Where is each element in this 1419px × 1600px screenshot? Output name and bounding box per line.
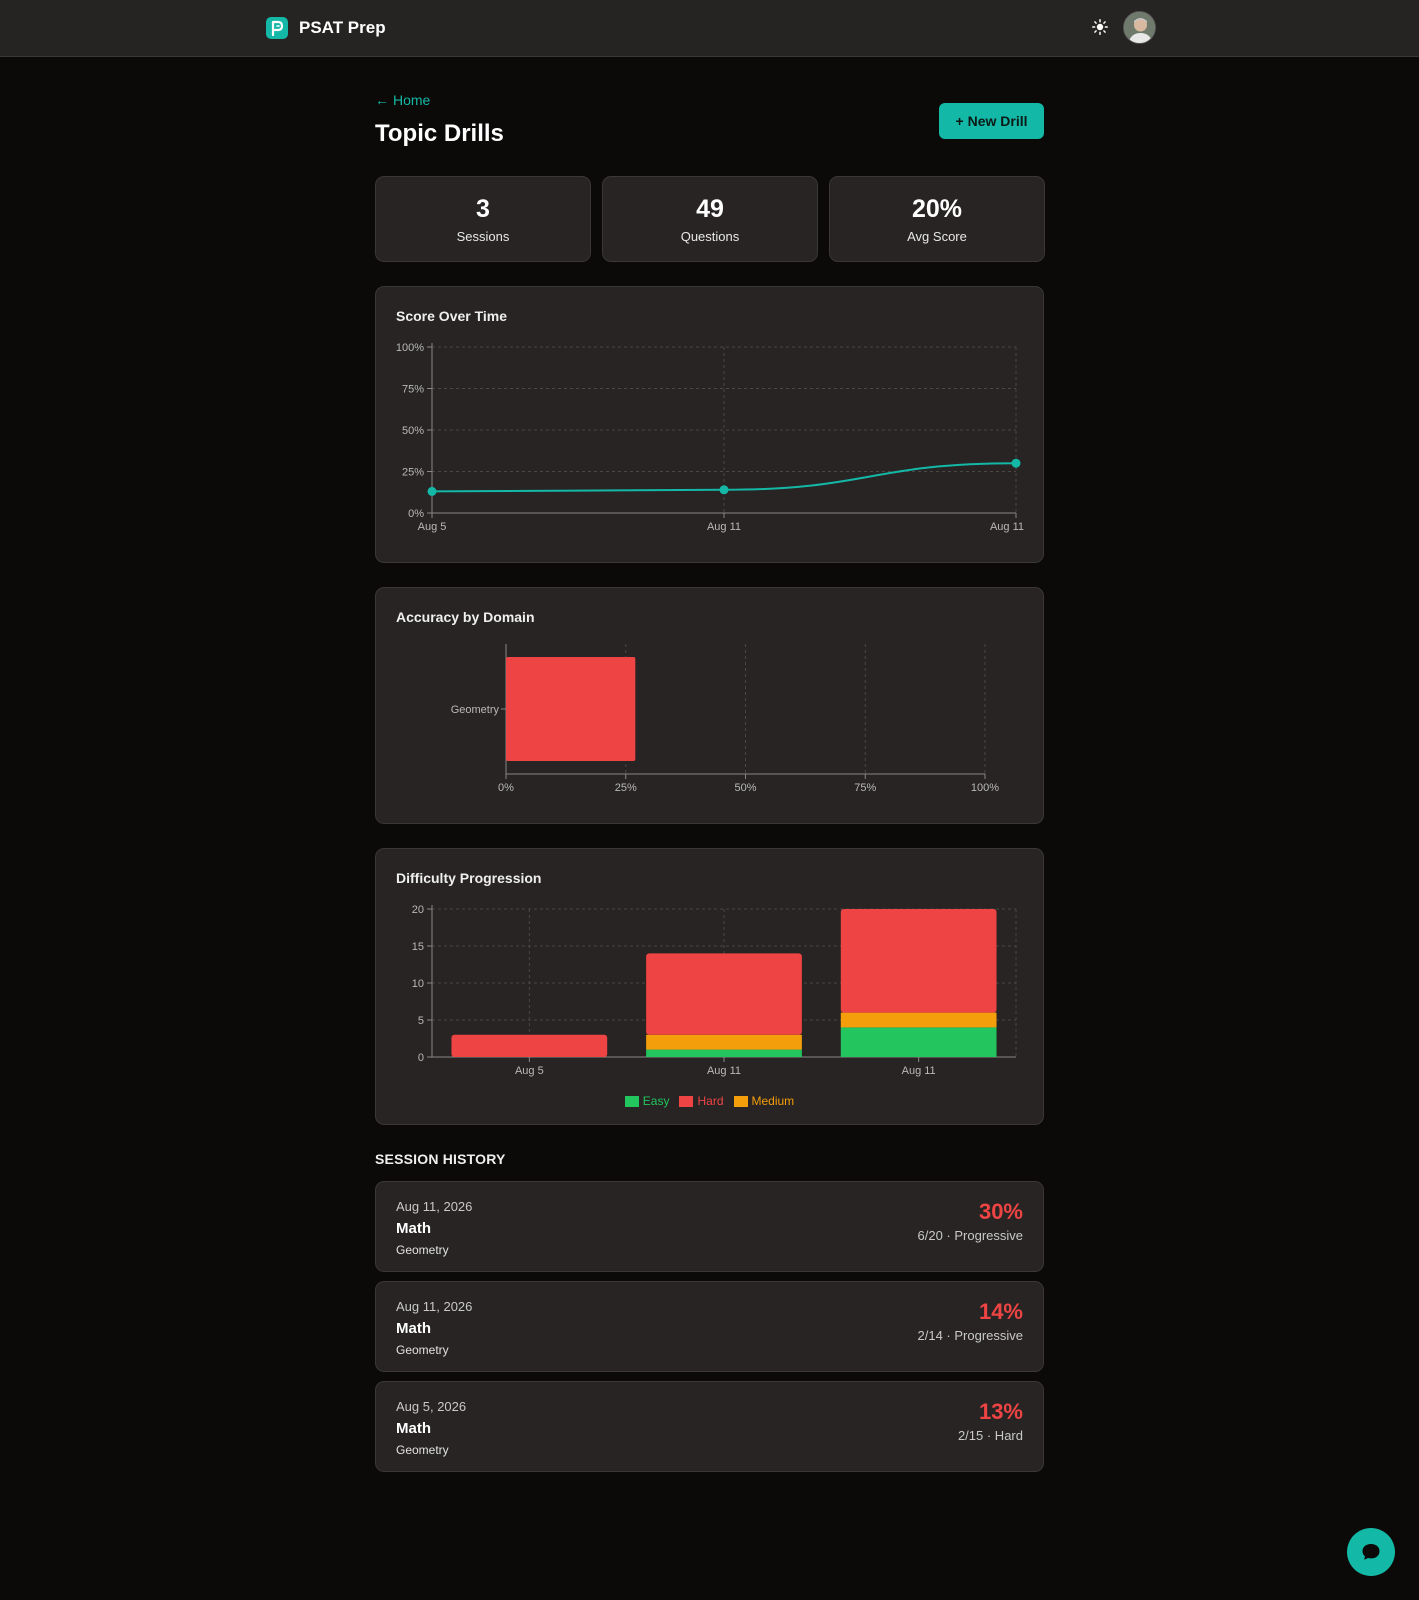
- score-over-time-card: Score Over Time 0% 25% 50% 75% 100% Aug 5 Aug …: [375, 286, 1044, 563]
- accuracy-by-domain-card: Accuracy by Domain 0% 25% 50% 75% 100% Geomet…: [375, 587, 1044, 824]
- back-home-link[interactable]: ← Home: [375, 92, 430, 108]
- x-tick-label: 25%: [615, 782, 637, 794]
- x-tick-label: 50%: [734, 782, 756, 794]
- stat-card-avg-score: 20% Avg Score: [829, 176, 1045, 262]
- difficulty-progression-card: Difficulty Progression 0 5 10 15 20 Aug 5 Aug …: [375, 848, 1044, 1125]
- bar-segment-hard: [840, 909, 997, 1013]
- score-point: [719, 485, 729, 495]
- brand-logo-icon: [266, 17, 288, 39]
- session-score: 13%: [978, 1399, 1023, 1424]
- legend-item-medium[interactable]: Medium: [733, 1094, 795, 1108]
- session-date: Aug 11, 2026: [396, 1199, 473, 1214]
- session-date: Aug 11, 2026: [396, 1299, 473, 1314]
- session-score: 30%: [978, 1199, 1023, 1224]
- chart-legend: Easy Hard Medium: [376, 1094, 1043, 1108]
- session-subject: Math: [396, 1420, 431, 1437]
- stat-card-questions: 49 Questions: [602, 176, 818, 262]
- sun-icon: [1092, 19, 1108, 35]
- user-avatar[interactable]: [1123, 11, 1156, 44]
- legend-label-easy: Easy: [642, 1094, 670, 1108]
- y-tick-label: 5: [418, 1015, 424, 1027]
- legend-item-hard[interactable]: Hard: [679, 1094, 724, 1108]
- session-domain: Geometry: [396, 1343, 449, 1357]
- session-card[interactable]: Aug 5, 2026 Math Geometry 13% 2/15 · Har…: [375, 1381, 1044, 1472]
- bar-segment-easy: [646, 1049, 802, 1057]
- y-tick-label: 0: [418, 1052, 424, 1064]
- stat-value: 49: [696, 195, 724, 223]
- bar-segment-medium: [840, 1012, 997, 1028]
- x-tick-label: Aug 11: [707, 1065, 741, 1077]
- brand-name: PSAT Prep: [299, 18, 386, 37]
- theme-toggle-button[interactable]: [1090, 17, 1110, 37]
- x-tick-label: Aug 11: [707, 521, 741, 533]
- stat-value: 3: [476, 195, 490, 223]
- x-tick-label: 100%: [971, 782, 999, 794]
- x-tick-label: Aug 5: [418, 521, 447, 533]
- bar-segment-easy: [840, 1027, 997, 1057]
- new-drill-button[interactable]: + New Drill: [939, 103, 1044, 139]
- legend-swatch-easy: [624, 1095, 639, 1107]
- legend-label-hard: Hard: [697, 1094, 724, 1108]
- stat-label: Questions: [680, 229, 740, 244]
- session-subject: Math: [396, 1220, 431, 1237]
- y-tick-label: 20: [412, 904, 424, 916]
- session-domain: Geometry: [396, 1443, 449, 1457]
- session-card[interactable]: Aug 11, 2026 Math Geometry 14% 2/14 · Pr…: [375, 1281, 1044, 1372]
- x-tick-label: 75%: [854, 782, 876, 794]
- back-home-label: Home: [393, 92, 431, 108]
- x-tick-label: Aug 11: [902, 1065, 936, 1077]
- score-point: [427, 486, 437, 496]
- session-date: Aug 5, 2026: [396, 1399, 467, 1414]
- brand[interactable]: PSAT Prep: [266, 17, 386, 39]
- y-tick-label: Geometry: [451, 704, 500, 716]
- accuracy-bar-chart: 0% 25% 50% 75% 100% Geometry: [451, 644, 999, 794]
- arrow-left-icon: ←: [375, 92, 389, 108]
- session-score: 14%: [978, 1299, 1023, 1324]
- y-tick-label: 25%: [402, 467, 424, 479]
- top-bar: PSAT Prep: [0, 0, 1419, 57]
- session-subject: Math: [396, 1320, 431, 1337]
- legend-label-medium: Medium: [751, 1094, 795, 1108]
- difficulty-stacked-chart: 0 5 10 15 20 Aug 5 Aug 11 Aug 11: [412, 904, 1017, 1077]
- bar-segment-medium: [646, 1034, 802, 1050]
- chat-button[interactable]: [1347, 1528, 1395, 1576]
- page-title: Topic Drills: [375, 120, 504, 147]
- y-tick-label: 15: [412, 941, 424, 953]
- session-meta: 6/20 · Progressive: [917, 1228, 1024, 1243]
- stat-label: Avg Score: [907, 229, 967, 244]
- legend-swatch-medium: [733, 1095, 748, 1107]
- score-point: [1011, 458, 1021, 468]
- session-history-title: SESSION HISTORY: [375, 1151, 506, 1167]
- y-tick-label: 75%: [402, 384, 424, 396]
- session-meta: 2/15 · Hard: [957, 1428, 1023, 1443]
- session-meta: 2/14 · Progressive: [917, 1328, 1024, 1343]
- x-tick-label: Aug 11: [990, 521, 1024, 533]
- session-card[interactable]: Aug 11, 2026 Math Geometry 30% 6/20 · Pr…: [375, 1181, 1044, 1272]
- session-domain: Geometry: [396, 1243, 449, 1257]
- bar-segment-hard: [646, 953, 802, 1035]
- bar-segment-hard: [451, 1034, 608, 1057]
- stat-value: 20%: [911, 195, 963, 223]
- y-tick-label: 10: [412, 978, 424, 990]
- legend-item-easy[interactable]: Easy: [624, 1094, 670, 1108]
- accuracy-bar: [506, 657, 636, 761]
- score-line-chart: 0% 25% 50% 75% 100% Aug 5 Aug 11 Aug 11: [396, 342, 1024, 533]
- x-tick-label: 0%: [498, 782, 514, 794]
- y-tick-label: 100%: [396, 342, 424, 354]
- legend-swatch-hard: [679, 1095, 694, 1107]
- x-tick-label: Aug 5: [515, 1065, 544, 1077]
- stat-card-sessions: 3 Sessions: [375, 176, 591, 262]
- stat-label: Sessions: [456, 229, 510, 244]
- y-tick-label: 0%: [408, 508, 424, 520]
- chat-bubble-icon: [1362, 1544, 1380, 1560]
- y-tick-label: 50%: [402, 425, 424, 437]
